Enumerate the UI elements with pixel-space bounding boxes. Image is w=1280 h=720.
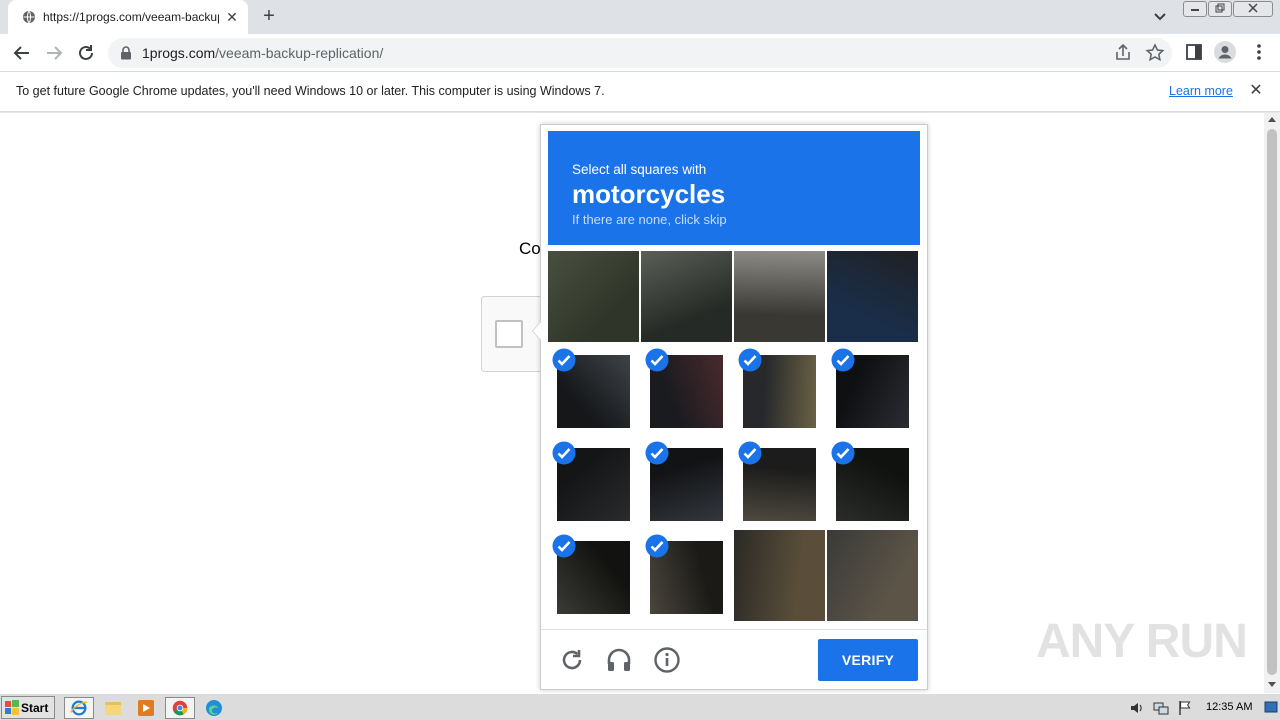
captcha-tile[interactable]: [734, 437, 825, 528]
scroll-down-icon[interactable]: [1268, 682, 1276, 687]
popup-pointer-fill: [533, 322, 541, 340]
chevron-down-icon[interactable]: [1150, 8, 1170, 26]
windows-logo-icon: [5, 700, 19, 715]
profile-avatar-icon[interactable]: [1213, 40, 1237, 64]
address-bar[interactable]: 1progs.com/veeam-backup-replication/: [108, 38, 1172, 68]
tab-close-icon[interactable]: ✕: [224, 9, 240, 25]
url-text[interactable]: 1progs.com/veeam-backup-replication/: [142, 45, 383, 61]
globe-icon: [23, 10, 35, 24]
forward-arrow-icon[interactable]: [42, 41, 66, 65]
captcha-tile[interactable]: [734, 251, 825, 342]
edge-icon[interactable]: [199, 697, 229, 719]
captcha-tile[interactable]: [734, 344, 825, 435]
internet-explorer-icon[interactable]: [64, 697, 94, 719]
tile-photo: [641, 251, 732, 342]
challenge-instruction: Select all squares with: [572, 162, 707, 177]
captcha-tile[interactable]: [827, 251, 918, 342]
captcha-tile[interactable]: [827, 437, 918, 528]
volume-icon[interactable]: [1128, 699, 1146, 717]
checkmark-icon: [552, 348, 576, 372]
chrome-icon[interactable]: [165, 697, 195, 719]
tile-photo: [734, 530, 825, 621]
file-explorer-icon[interactable]: [98, 697, 128, 719]
page-scrollbar[interactable]: [1264, 113, 1280, 693]
media-player-icon[interactable]: [131, 697, 161, 719]
start-label: Start: [21, 701, 49, 715]
tile-photo: [548, 251, 639, 342]
tab-strip: https://1progs.com/veeam-backup-r ✕ +: [0, 0, 1280, 34]
checkmark-icon: [552, 441, 576, 465]
challenge-footer: VERIFY: [541, 629, 927, 690]
checkmark-icon: [645, 441, 669, 465]
minimize-icon: [1191, 9, 1199, 11]
captcha-tile[interactable]: [827, 344, 918, 435]
network-icon[interactable]: [1152, 699, 1170, 717]
restore-button[interactable]: [1208, 1, 1232, 17]
captcha-challenge-popup: Select all squares with motorcycles If t…: [532, 124, 928, 690]
challenge-header: Select all squares with motorcycles If t…: [548, 131, 920, 245]
share-icon[interactable]: [1112, 42, 1134, 64]
captcha-tile[interactable]: [548, 437, 639, 528]
reload-challenge-icon[interactable]: [557, 645, 587, 675]
verify-button[interactable]: VERIFY: [818, 639, 918, 681]
recaptcha-checkbox[interactable]: [495, 320, 523, 348]
watermark-text: ANY RUN: [1036, 615, 1248, 668]
windows-taskbar: Start 12:35 AM: [0, 693, 1280, 720]
challenge-hint: If there are none, click skip: [572, 212, 727, 227]
captcha-tile[interactable]: [641, 251, 732, 342]
captcha-tile[interactable]: [548, 530, 639, 621]
new-tab-button[interactable]: +: [258, 6, 280, 28]
url-domain: 1progs.com: [142, 45, 216, 61]
tab-title: https://1progs.com/veeam-backup-r: [43, 10, 219, 24]
taskbar-clock[interactable]: 12:35 AM: [1206, 701, 1252, 713]
minimize-button[interactable]: [1183, 1, 1207, 17]
show-desktop-icon[interactable]: [1264, 700, 1278, 715]
browser-toolbar: 1progs.com/veeam-backup-replication/: [0, 34, 1280, 72]
lock-icon[interactable]: [120, 46, 132, 60]
system-tray: 12:35 AM: [1124, 696, 1280, 719]
checkmark-icon: [645, 348, 669, 372]
infobar-close-icon[interactable]: ✕: [1248, 82, 1264, 100]
checkmark-icon: [645, 534, 669, 558]
reload-icon[interactable]: [74, 41, 98, 65]
side-panel-icon[interactable]: [1183, 41, 1205, 63]
captcha-tile[interactable]: [641, 344, 732, 435]
checkmark-icon: [552, 534, 576, 558]
captcha-tile[interactable]: [641, 530, 732, 621]
captcha-tile[interactable]: [548, 251, 639, 342]
url-path: /veeam-backup-replication/: [215, 45, 384, 61]
challenge-target-object: motorcycles: [572, 179, 726, 209]
captcha-tile[interactable]: [827, 530, 918, 621]
page-heading-fragment: Co: [519, 239, 541, 258]
update-infobar: To get future Google Chrome updates, you…: [0, 72, 1280, 112]
browser-tab[interactable]: https://1progs.com/veeam-backup-r ✕: [8, 0, 248, 34]
screen: https://1progs.com/veeam-backup-r ✕ + 1p…: [0, 0, 1280, 720]
start-button[interactable]: Start: [1, 696, 55, 719]
back-arrow-icon[interactable]: [10, 41, 34, 65]
tile-photo: [827, 530, 918, 621]
tile-photo: [827, 251, 918, 342]
close-icon: [1248, 3, 1258, 13]
restore-icon: [1215, 3, 1225, 13]
captcha-tile[interactable]: [641, 437, 732, 528]
anyrun-watermark: ANY RUN: [1036, 610, 1248, 670]
bookmark-star-icon[interactable]: [1144, 42, 1166, 64]
captcha-tile[interactable]: [734, 530, 825, 621]
learn-more-link[interactable]: Learn more: [1169, 84, 1233, 98]
checkmark-icon: [831, 441, 855, 465]
kebab-menu-icon[interactable]: [1248, 41, 1270, 63]
infobar-message: To get future Google Chrome updates, you…: [16, 84, 605, 98]
action-center-flag-icon[interactable]: [1176, 699, 1194, 717]
scroll-thumb[interactable]: [1267, 129, 1277, 675]
info-icon[interactable]: [652, 645, 682, 675]
audio-challenge-headphones-icon[interactable]: [604, 645, 634, 675]
checkmark-icon: [831, 348, 855, 372]
captcha-tile[interactable]: [548, 344, 639, 435]
checkmark-icon: [738, 441, 762, 465]
tile-photo: [734, 251, 825, 342]
checkmark-icon: [738, 348, 762, 372]
close-window-button[interactable]: [1233, 1, 1273, 17]
scroll-up-icon[interactable]: [1268, 117, 1276, 122]
